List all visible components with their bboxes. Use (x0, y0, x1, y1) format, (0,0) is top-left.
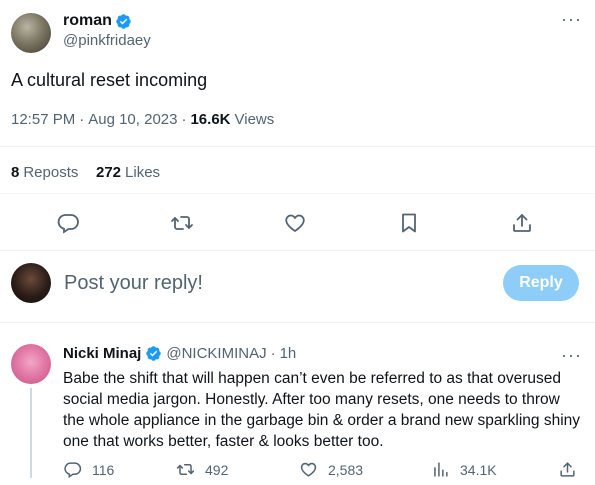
reply-replies-stat[interactable]: 116 (63, 460, 114, 479)
reposts-count: 8 (11, 164, 20, 181)
reply-time[interactable]: 1h (280, 345, 297, 362)
like-icon[interactable] (283, 211, 307, 235)
tweet-actions (0, 211, 595, 235)
reply-author-handle[interactable]: @NICKIMINAJ (166, 345, 266, 362)
views-chart-icon (431, 460, 450, 479)
reply-author-name[interactable]: Nicki Minaj (63, 345, 141, 362)
reply-likes-stat[interactable]: 2,583 (299, 460, 363, 479)
reply-icon[interactable] (56, 211, 80, 235)
repost-icon (176, 460, 195, 479)
share-icon[interactable] (510, 211, 534, 235)
repost-icon[interactable] (170, 211, 194, 235)
views-label: Views (234, 111, 275, 128)
meta-separator: · (181, 111, 187, 128)
reply-input[interactable]: Post your reply! (64, 272, 203, 295)
reply-reposts-stat[interactable]: 492 (176, 460, 228, 479)
reply-button[interactable]: Reply (503, 265, 579, 301)
reply-views-stat[interactable]: 34.1K (431, 460, 497, 479)
reposts-label: Reposts (23, 164, 79, 181)
current-user-avatar[interactable] (11, 263, 51, 303)
reply-text: Babe the shift that will happen can’t ev… (63, 370, 581, 450)
replies-count: 116 (92, 461, 115, 478)
like-icon (299, 460, 318, 479)
reply-icon (63, 460, 82, 479)
tweet-time[interactable]: 12:57 PM (11, 111, 75, 128)
meta-separator: · (270, 345, 276, 362)
reposts-count: 492 (205, 461, 229, 478)
more-options-icon[interactable]: ··· (561, 10, 582, 28)
views-count: 34.1K (460, 461, 497, 478)
tweet-meta: 12:57 PM · Aug 10, 2023 · 16.6K Views (11, 111, 274, 128)
tweet-text: A cultural reset incoming (11, 70, 208, 90)
reposts-stat[interactable]: 8 Reposts (11, 164, 78, 181)
bookmark-icon[interactable] (397, 211, 421, 235)
likes-label: Likes (125, 164, 161, 181)
likes-stat[interactable]: 272 Likes (96, 164, 160, 181)
author-avatar[interactable] (11, 13, 51, 53)
tweet-date[interactable]: Aug 10, 2023 (88, 111, 177, 128)
views-count: 16.6K (190, 111, 231, 128)
verified-badge-icon (145, 345, 162, 362)
reply-author-avatar[interactable] (11, 344, 51, 384)
meta-separator: · (79, 111, 85, 128)
reply-more-options-icon[interactable]: ··· (561, 346, 582, 364)
likes-count: 2,583 (328, 461, 364, 478)
likes-count: 272 (96, 164, 122, 181)
author-handle[interactable]: @pinkfridaey (63, 32, 151, 49)
verified-badge-icon (115, 13, 132, 30)
share-icon[interactable] (558, 460, 577, 479)
author-name[interactable]: roman (63, 12, 112, 30)
reply-actions: 116 492 2,583 34.1K (0, 460, 595, 480)
